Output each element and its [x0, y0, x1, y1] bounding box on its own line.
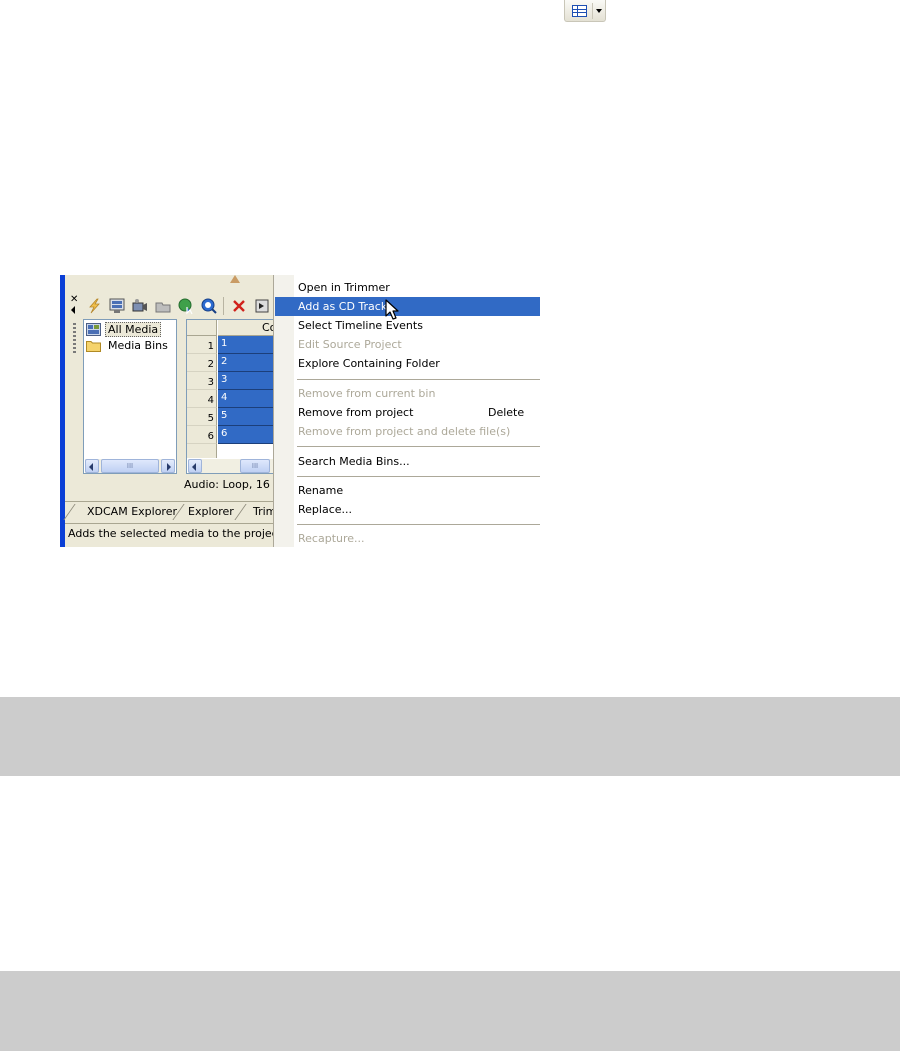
menu-item-remove-from-current-bin: Remove from current bin [298, 387, 436, 400]
menu-separator [297, 524, 540, 525]
all-media-icon [86, 323, 101, 336]
view-mode-button[interactable] [564, 0, 606, 22]
scroll-left-button[interactable] [85, 459, 99, 473]
menu-item-replace[interactable]: Replace... [275, 500, 540, 519]
row-number: 1 [187, 336, 217, 354]
media-tree[interactable]: All Media Media Bins III [83, 319, 177, 474]
tab-xdcam-explorer[interactable]: XDCAM Explorer [87, 503, 177, 521]
button-divider [592, 3, 593, 19]
import-media-icon[interactable] [108, 297, 126, 315]
delete-icon[interactable] [230, 297, 248, 315]
menu-item-edit-source-project: Edit Source Project [298, 338, 402, 351]
menu-item-remove-and-delete-files: Remove from project and delete file(s) [298, 425, 511, 438]
scroll-thumb[interactable]: III [101, 459, 159, 473]
toolbar-divider [223, 297, 224, 315]
menu-separator [297, 476, 540, 477]
scroll-left-button[interactable] [188, 459, 202, 473]
context-menu: Open in Trimmer Add as CD Track Select T… [273, 275, 540, 547]
gray-band [0, 971, 900, 1051]
row-number: 6 [187, 426, 217, 444]
details-view-icon [572, 5, 587, 17]
menu-item-select-timeline-events[interactable]: Select Timeline Events [275, 316, 540, 335]
row-number: 2 [187, 354, 217, 372]
menu-item-search-media-bins[interactable]: Search Media Bins... [275, 452, 540, 471]
web-media-icon[interactable] [177, 297, 195, 315]
grid-corner [187, 320, 217, 336]
auto-preview-icon[interactable] [85, 297, 103, 315]
tree-item-media-bins[interactable]: Media Bins [86, 338, 171, 354]
row-number-empty [187, 444, 217, 458]
menu-item-recapture: Recapture... [298, 532, 365, 545]
tab-edge [63, 504, 76, 520]
row-number: 4 [187, 390, 217, 408]
mouse-cursor-icon [385, 299, 399, 324]
menu-separator [297, 446, 540, 447]
tree-horizontal-scrollbar[interactable]: III [85, 459, 175, 473]
capture-video-icon[interactable] [131, 297, 149, 315]
splitter-marker-icon [230, 275, 240, 283]
folder-icon [86, 339, 101, 352]
menu-separator [297, 379, 540, 380]
menu-item-rename[interactable]: Rename [275, 481, 540, 500]
menu-item-remove-from-project[interactable]: Remove from project Delete [275, 403, 540, 422]
media-info-text: Audio: Loop, 16 be [184, 478, 288, 491]
gray-band [0, 697, 900, 776]
scroll-thumb[interactable]: III [240, 459, 270, 473]
row-number: 3 [187, 372, 217, 390]
menu-item-open-in-trimmer[interactable]: Open in Trimmer [275, 278, 540, 297]
get-media-icon[interactable] [154, 297, 172, 315]
media-properties-icon[interactable] [200, 297, 218, 315]
tab-edge [234, 504, 247, 520]
menu-shortcut: Delete [488, 406, 525, 419]
close-icon[interactable]: ✕ [70, 294, 78, 305]
dock-grip[interactable] [73, 323, 76, 355]
menu-item-add-as-cd-track[interactable]: Add as CD Track [275, 297, 540, 316]
chevron-down-icon[interactable] [596, 9, 602, 13]
collapse-arrow-icon[interactable] [71, 306, 75, 314]
tree-item-all-media[interactable]: All Media [86, 322, 162, 338]
media-fx-icon[interactable] [253, 297, 271, 315]
tree-item-label: All Media [105, 322, 162, 337]
tree-item-label: Media Bins [108, 339, 168, 352]
scroll-right-button[interactable] [161, 459, 175, 473]
tab-explorer[interactable]: Explorer [188, 503, 234, 521]
menu-item-explore-containing-folder[interactable]: Explore Containing Folder [275, 354, 540, 373]
row-number: 5 [187, 408, 217, 426]
